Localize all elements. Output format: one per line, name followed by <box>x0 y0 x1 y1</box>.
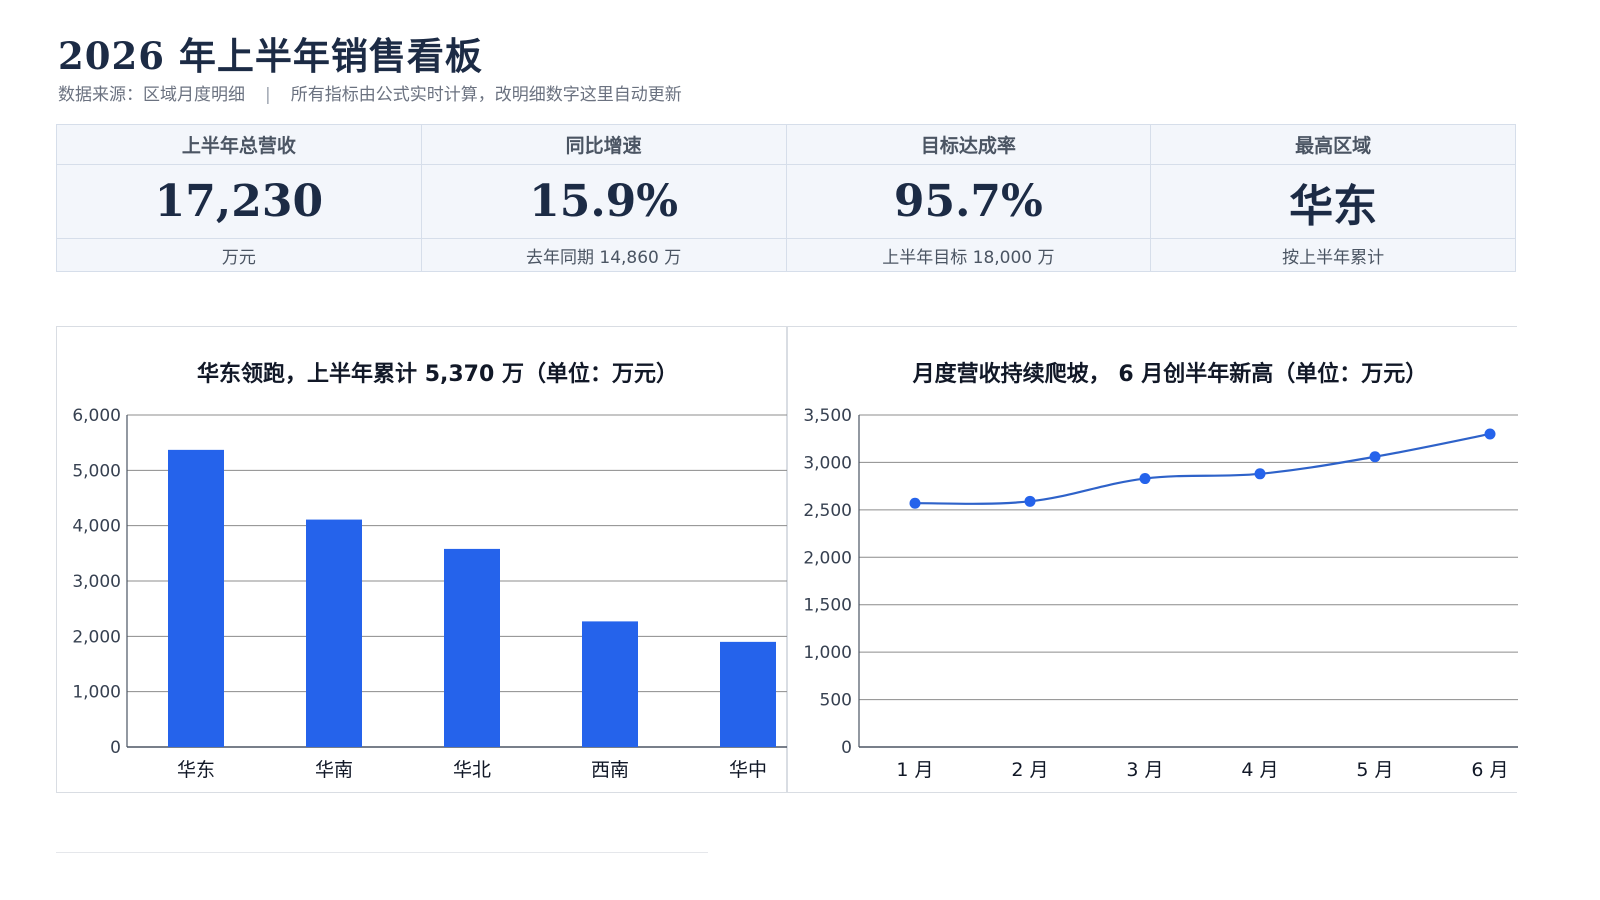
x-tick-label: 华南 <box>315 759 353 781</box>
monthly-line-chart-panel: 月度营收持续爬坡， 6 月创半年新高（单位：万元） 0 500 1,000 1,500 2… <box>787 326 1518 793</box>
kpi-table: 上半年总营收 17,230 万元 同比增速 15.9% 去年同期 14,860 … <box>56 124 1516 272</box>
y-tick-label: 6,000 <box>72 406 121 426</box>
kpi-value: 17,230 <box>57 165 421 239</box>
data-source-text: 数据来源：区域月度明细 <box>58 85 245 105</box>
kpi-label: 目标达成率 <box>786 125 1151 165</box>
kpi-note: 按上半年累计 <box>1282 247 1385 268</box>
y-tick-label: 0 <box>110 738 121 758</box>
data-point-5 <box>1484 428 1496 440</box>
kpi-note: 万元 <box>221 247 256 268</box>
bar-4 <box>720 641 776 747</box>
bottom-divider <box>56 852 708 853</box>
data-point-1 <box>1024 495 1036 507</box>
kpi-value: 15.9% <box>421 165 786 239</box>
y-tick-label: 2,500 <box>803 501 852 521</box>
x-tick-label: 华东 <box>177 759 215 781</box>
kpi-label: 上半年总营收 <box>57 125 421 165</box>
chart-title: 华东领跑，上半年累计 5,370 万（单位：万元） <box>197 361 678 387</box>
kpi-label: 同比增速 <box>421 125 786 165</box>
auto-update-note: 所有指标由公式实时计算，改明细数字这里自动更新 <box>290 85 682 105</box>
y-tick-label: 5,000 <box>72 461 121 481</box>
x-tick-label: 4 月 <box>1241 759 1278 781</box>
kpi-note: 去年同期 14,860 万 <box>525 247 682 268</box>
dashboard-page: 2026 年上半年销售看板 数据来源：区域月度明细 | 所有指标由公式实时计算，改明… <box>0 0 1600 900</box>
kpi-value: 95.7% <box>786 165 1151 239</box>
region-bar-chart: 华东领跑，上半年累计 5,370 万（单位：万元） 0 1,000 2,000 3,00… <box>72 361 788 781</box>
y-tick-label: 1,000 <box>72 683 121 703</box>
x-tick-label: 5 月 <box>1356 759 1393 781</box>
y-tick-label: 1,000 <box>803 643 852 663</box>
region-bar-chart-panel: 华东领跑，上半年累计 5,370 万（单位：万元） 0 1,000 2,000 3,00… <box>56 326 788 793</box>
page-title: 2026 年上半年销售看板 <box>58 34 483 78</box>
chart-title: 月度营收持续爬坡， 6 月创半年新高（单位：万元） <box>912 361 1428 387</box>
kpi-value: 华东 <box>1151 165 1515 239</box>
x-tick-label: 6 月 <box>1471 759 1508 781</box>
y-tick-label: 2,000 <box>72 627 121 647</box>
kpi-top-region: 最高区域 华东 按上半年累计 <box>1150 125 1515 271</box>
y-tick-label: 500 <box>820 691 852 711</box>
y-tick-label: 2,000 <box>803 548 852 568</box>
data-point-3 <box>1254 468 1266 480</box>
x-tick-label: 2 月 <box>1011 759 1048 781</box>
x-tick-label: 华北 <box>453 759 491 781</box>
bar-0 <box>168 449 224 747</box>
data-point-4 <box>1369 451 1381 463</box>
y-tick-label: 3,000 <box>72 572 121 592</box>
x-tick-label: 3 月 <box>1126 759 1163 781</box>
page-subtitle: 数据来源：区域月度明细 | 所有指标由公式实时计算，改明细数字这里自动更新 <box>58 80 682 105</box>
bar-2 <box>444 548 500 747</box>
y-tick-label: 3,000 <box>803 453 852 473</box>
kpi-target-rate: 目标达成率 95.7% 上半年目标 18,000 万 <box>785 125 1151 271</box>
x-tick-label: 1 月 <box>896 759 933 781</box>
x-tick-label: 华中 <box>729 759 767 781</box>
data-point-2 <box>1139 473 1151 485</box>
y-tick-label: 0 <box>841 738 852 758</box>
subtitle-separator: | <box>265 85 271 105</box>
kpi-total-revenue: 上半年总营收 17,230 万元 <box>57 125 421 271</box>
data-point-0 <box>909 497 921 509</box>
series-line <box>914 432 1491 505</box>
kpi-yoy-growth: 同比增速 15.9% 去年同期 14,860 万 <box>420 125 786 271</box>
kpi-label: 最高区域 <box>1151 125 1515 165</box>
monthly-line-chart: 月度营收持续爬坡， 6 月创半年新高（单位：万元） 0 500 1,000 1,500 2… <box>803 361 1518 781</box>
y-tick-label: 3,500 <box>803 406 852 426</box>
y-tick-label: 4,000 <box>72 517 121 537</box>
x-tick-label: 西南 <box>591 759 629 781</box>
bar-3 <box>582 621 638 747</box>
bar-1 <box>306 519 362 747</box>
y-tick-label: 1,500 <box>803 596 852 616</box>
kpi-note: 上半年目标 18,000 万 <box>882 247 1055 268</box>
